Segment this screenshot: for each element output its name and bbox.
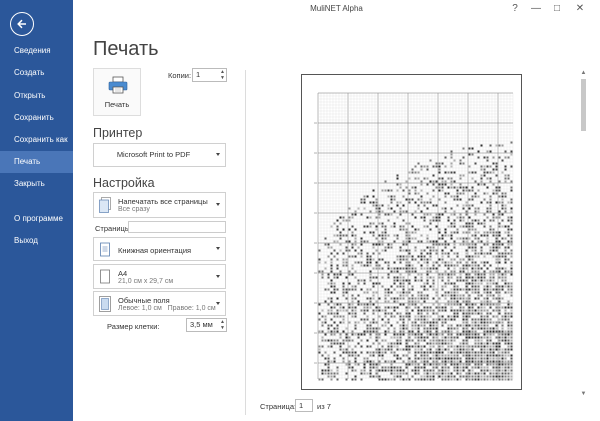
pages-label: Страницы:	[95, 224, 133, 233]
pages-mode-sub: Все сразу	[118, 206, 150, 213]
sidebar-item-exit[interactable]: Выход	[0, 230, 73, 252]
paper-size-sub: 21,0 см x 29,7 см	[118, 278, 174, 285]
pages-input[interactable]	[128, 221, 226, 233]
sidebar-item-save-as[interactable]: Сохранить как	[0, 129, 73, 151]
print-preview-page	[301, 74, 522, 390]
close-icon[interactable]: ✕	[573, 2, 587, 16]
orientation-select[interactable]: Книжная ориентация	[93, 237, 226, 261]
pages-mode-main: Напечатать все страницы	[118, 197, 208, 206]
cell-size-stepper[interactable]: 3,5 мм ▲ ▼	[186, 318, 227, 332]
sidebar-item-save[interactable]: Сохранить	[0, 107, 73, 129]
scroll-down-icon[interactable]: ▼	[579, 391, 588, 398]
paper-icon	[100, 269, 110, 284]
stepper-down-icon[interactable]: ▼	[220, 326, 225, 331]
printer-select[interactable]: Microsoft Print to PDF	[93, 143, 226, 167]
margins-icon	[99, 296, 111, 312]
printer-icon	[108, 76, 128, 94]
copies-label: Копии:	[168, 71, 192, 80]
print-button[interactable]: Печать	[93, 68, 141, 116]
backstage-sidebar: Сведения Создать Открыть Сохранить Сохра…	[0, 0, 73, 421]
copies-value: 1	[196, 70, 201, 79]
cell-size-value: 3,5 мм	[190, 320, 213, 329]
title-bar: MuliNET Alpha ? — □ ✕	[73, 0, 600, 20]
chevron-down-icon	[216, 247, 220, 250]
printer-selected: Microsoft Print to PDF	[116, 150, 191, 159]
margins-sub: Левое: 1,0 см Правое: 1,0 см	[118, 305, 216, 312]
page-title: Печать	[93, 38, 159, 60]
pages-mode-select[interactable]: Напечатать все страницы Все сразу	[93, 192, 226, 218]
cross-stitch-pattern-preview	[314, 92, 514, 381]
panel-divider	[245, 70, 246, 415]
stepper-down-icon[interactable]: ▼	[220, 76, 225, 81]
minimize-icon[interactable]: —	[529, 2, 543, 16]
preview-scrollbar[interactable]: ▲ ▼	[579, 70, 588, 398]
chevron-down-icon	[216, 203, 220, 206]
sidebar-item-open[interactable]: Открыть	[0, 85, 73, 107]
help-icon[interactable]: ?	[508, 2, 522, 16]
page-count: из 7	[317, 402, 331, 411]
sidebar-item-new[interactable]: Создать	[0, 62, 73, 84]
restore-icon[interactable]: □	[550, 2, 564, 16]
sidebar-item-close[interactable]: Закрыть	[0, 173, 73, 195]
sidebar-item-info[interactable]: Сведения	[0, 40, 73, 62]
orientation-value: Книжная ориентация	[118, 246, 192, 255]
chevron-down-icon	[216, 153, 220, 156]
paper-size-select[interactable]: А4 21,0 см x 29,7 см	[93, 264, 226, 289]
all-pages-icon	[99, 197, 111, 213]
back-arrow-icon[interactable]	[10, 12, 34, 36]
settings-section-header: Настройка	[93, 176, 155, 190]
sidebar-item-about[interactable]: О программе	[0, 208, 73, 230]
page-number-input[interactable]: 1	[295, 399, 313, 412]
paper-size-main: А4	[118, 269, 128, 278]
sidebar-item-print[interactable]: Печать	[0, 151, 73, 173]
cell-size-label: Размер клетки:	[107, 322, 160, 331]
print-button-label: Печать	[104, 100, 130, 109]
margins-select[interactable]: Обычные поля Левое: 1,0 см Правое: 1,0 с…	[93, 291, 226, 316]
margins-main: Обычные поля	[118, 296, 170, 305]
portrait-page-icon	[100, 242, 110, 257]
scrollbar-thumb[interactable]	[581, 79, 586, 131]
printer-section-header: Принтер	[93, 126, 143, 140]
chevron-down-icon	[216, 301, 220, 305]
chevron-down-icon	[216, 274, 220, 278]
page-nav-label: Страница:	[260, 402, 297, 411]
copies-stepper[interactable]: 1 ▲ ▼	[192, 68, 227, 82]
scroll-up-icon[interactable]: ▲	[579, 70, 588, 77]
